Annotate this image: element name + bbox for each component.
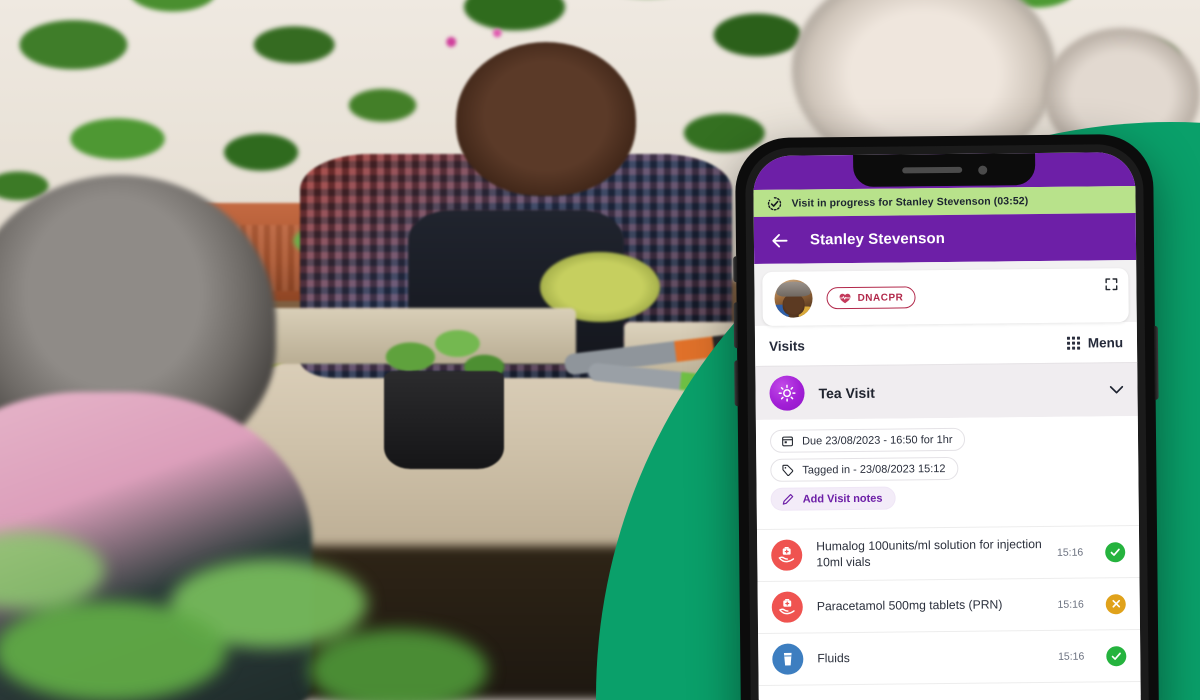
- medication-name: Fluids: [817, 650, 850, 666]
- visit-type-badge: [769, 375, 805, 411]
- check-circle-icon: [1106, 645, 1127, 667]
- screenshot-stage: Visit in progress for Stanley Stevenson …: [0, 0, 1200, 700]
- medication-time: 15:16: [1057, 650, 1085, 663]
- visit-in-progress-banner[interactable]: Visit in progress for Stanley Stevenson …: [753, 186, 1136, 218]
- check-glyph: [1111, 652, 1121, 660]
- chip-row-due: Due 23/08/2023 - 16:50 for 1hr: [769, 426, 1124, 459]
- medication-list: Humalog 100units/ml solution for injecti…: [756, 524, 1141, 700]
- status-badge-label: DNACPR: [857, 291, 904, 304]
- app-bar: Stanley Stevenson: [753, 213, 1137, 265]
- medication-time: 15:16: [1056, 546, 1084, 559]
- list-divider: [758, 681, 1141, 700]
- visit-name: Tea Visit: [818, 384, 875, 401]
- due-chip-label: Due 23/08/2023 - 16:50 for 1hr: [801, 433, 953, 448]
- medication-time: 15:16: [1057, 598, 1084, 611]
- sun-icon: [778, 384, 796, 402]
- avatar-hat: [775, 281, 812, 298]
- add-visit-notes-button[interactable]: Add Visit notes: [770, 486, 896, 511]
- expand-icon[interactable]: [1104, 277, 1118, 291]
- phone-screen: Visit in progress for Stanley Stevenson …: [753, 152, 1142, 700]
- profile-card-area: DNACPR: [754, 260, 1137, 327]
- list-item[interactable]: Humalog 100units/ml solution for injecti…: [756, 524, 1140, 582]
- avatar-face: [782, 293, 806, 316]
- chevron-down-icon[interactable]: [1109, 385, 1124, 394]
- medication-hand-glyph: [778, 547, 795, 563]
- medication-hand-icon: [771, 591, 803, 624]
- status-badge[interactable]: DNACPR: [826, 286, 916, 310]
- fluids-glass-icon: [772, 643, 804, 676]
- medication-hand-icon: [771, 539, 803, 571]
- back-arrow-icon[interactable]: [770, 230, 790, 250]
- check-glyph: [1110, 548, 1120, 556]
- grid-menu-icon: [1066, 336, 1080, 350]
- visits-label: Visits: [768, 338, 805, 354]
- due-chip[interactable]: Due 23/08/2023 - 16:50 for 1hr: [769, 427, 966, 453]
- page-title: Stanley Stevenson: [809, 230, 946, 249]
- glass-glyph: [783, 653, 792, 666]
- client-profile-card[interactable]: DNACPR: [762, 268, 1129, 326]
- phone-volume-up-button[interactable]: [733, 302, 739, 349]
- phone-power-button[interactable]: [1153, 325, 1159, 400]
- clock-check-icon: [767, 196, 782, 210]
- list-item[interactable]: Fluids 15:16: [758, 629, 1141, 686]
- avatar[interactable]: [774, 279, 813, 318]
- menu-button-label: Menu: [1087, 335, 1124, 351]
- phone-volume-down-button[interactable]: [734, 360, 739, 407]
- visits-section-header: Visits Menu: [754, 322, 1138, 367]
- visit-header[interactable]: Tea Visit: [755, 362, 1138, 421]
- chip-row-notes: Add Visit notes: [770, 484, 1125, 517]
- phone-mute-switch[interactable]: [733, 256, 738, 283]
- medication-name: Humalog 100units/ml solution for injecti…: [816, 537, 1042, 569]
- check-circle-icon: [1105, 541, 1126, 562]
- photo-man-head: [456, 42, 636, 196]
- visit-detail-chips: Due 23/08/2023 - 16:50 for 1hr Tagged in…: [755, 416, 1139, 529]
- add-visit-notes-label: Add Visit notes: [802, 492, 883, 506]
- medication-hand-glyph: [779, 599, 795, 615]
- menu-button[interactable]: Menu: [1066, 335, 1124, 351]
- heart-pulse-icon: [839, 293, 851, 304]
- medication-name: Paracetamol 500mg tablets (PRN): [816, 597, 1003, 614]
- cross-glyph: [1111, 600, 1120, 608]
- pencil-icon: [782, 493, 794, 505]
- photo-foreground-blur-leaves: [0, 518, 672, 700]
- chip-row-tagged: Tagged in - 23/08/2023 15:12: [770, 455, 1124, 488]
- photo-pot-foreground: [384, 371, 504, 469]
- tag-icon: [782, 464, 794, 476]
- phone-notch: [853, 153, 1036, 187]
- phone-bezel: Visit in progress for Stanley Stevenson …: [744, 143, 1150, 700]
- list-item[interactable]: Paracetamol 500mg tablets (PRN) 15:16: [757, 577, 1141, 634]
- tagged-in-chip[interactable]: Tagged in - 23/08/2023 15:12: [770, 456, 959, 482]
- speaker-grille-icon: [901, 166, 962, 174]
- visit-banner-text: Visit in progress for Stanley Stevenson …: [791, 194, 1029, 210]
- calendar-icon: [782, 436, 793, 447]
- tagged-in-chip-label: Tagged in - 23/08/2023 15:12: [802, 462, 946, 477]
- phone-mockup: Visit in progress for Stanley Stevenson …: [733, 133, 1160, 700]
- cross-circle-icon: [1105, 593, 1126, 615]
- front-camera-icon: [977, 165, 987, 175]
